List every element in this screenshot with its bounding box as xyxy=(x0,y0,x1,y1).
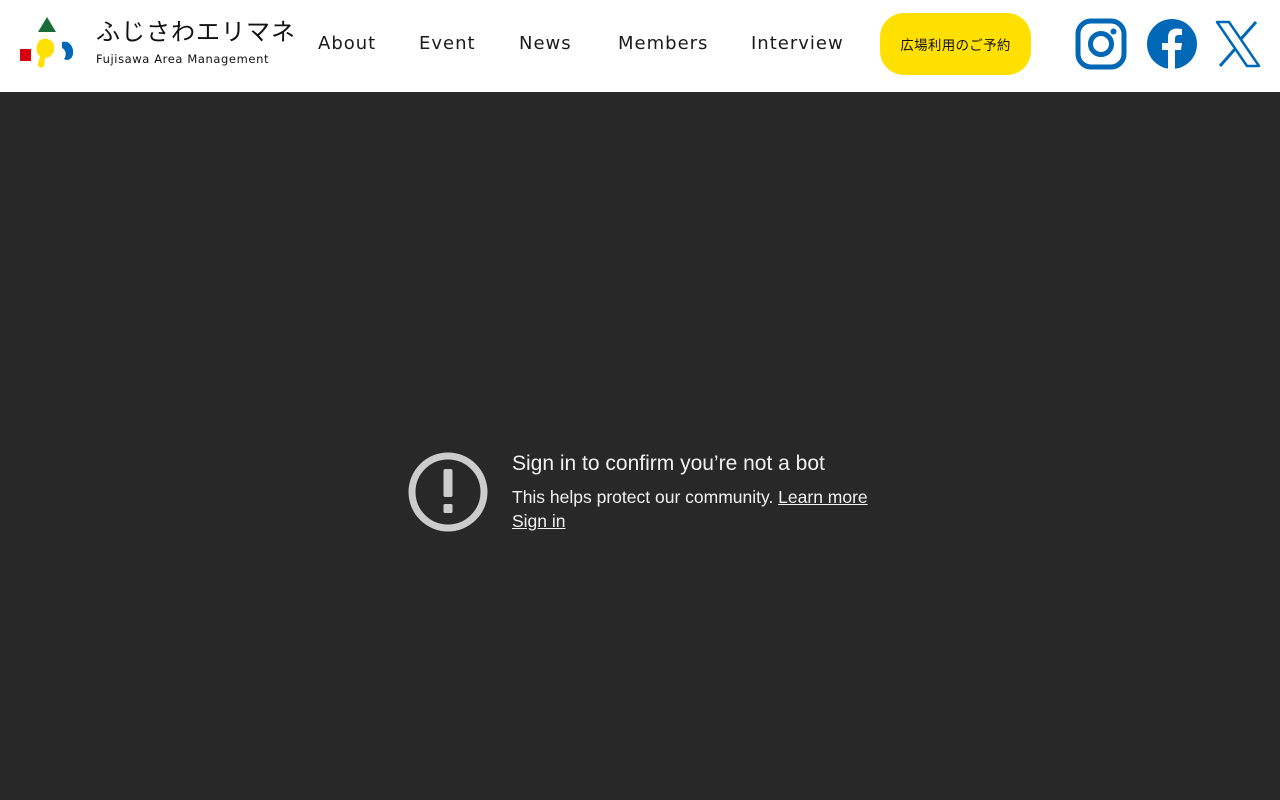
facebook-icon xyxy=(1147,19,1197,70)
nav-event[interactable]: Event xyxy=(419,30,476,58)
learn-more-link[interactable]: Learn more xyxy=(778,487,868,507)
logo-title-en: Fujisawa Area Management xyxy=(96,52,270,66)
nav-members[interactable]: Members xyxy=(618,30,708,58)
nav-news[interactable]: News xyxy=(519,30,572,58)
alert-circle-icon xyxy=(408,452,488,532)
site-header: ふじさわエリマネ Fujisawa Area Management About … xyxy=(0,0,1280,92)
notice-message-line: This helps protect our community. Learn … xyxy=(512,486,868,508)
logo-title-jp: ふじさわエリマネ xyxy=(96,18,296,46)
video-embed-area xyxy=(0,92,1280,800)
facebook-link[interactable] xyxy=(1146,18,1198,70)
x-link[interactable] xyxy=(1214,18,1266,70)
instagram-icon xyxy=(1075,18,1127,70)
instagram-link[interactable] xyxy=(1075,18,1127,70)
x-icon xyxy=(1215,20,1261,68)
nav-about[interactable]: About xyxy=(318,30,376,58)
notice-message: This helps protect our community. xyxy=(512,487,779,507)
sign-in-link[interactable]: Sign in xyxy=(512,510,566,532)
notice-title: Sign in to confirm you’re not a bot xyxy=(512,452,825,475)
bot-check-notice: Sign in to confirm you’re not a bot This… xyxy=(408,452,928,542)
plaza-reservation-button[interactable]: 広場利用のご予約 xyxy=(880,13,1031,75)
logo-mark-icon xyxy=(20,17,74,68)
nav-interview[interactable]: Interview xyxy=(751,30,844,58)
site-logo-link[interactable]: ふじさわエリマネ Fujisawa Area Management xyxy=(18,14,295,74)
